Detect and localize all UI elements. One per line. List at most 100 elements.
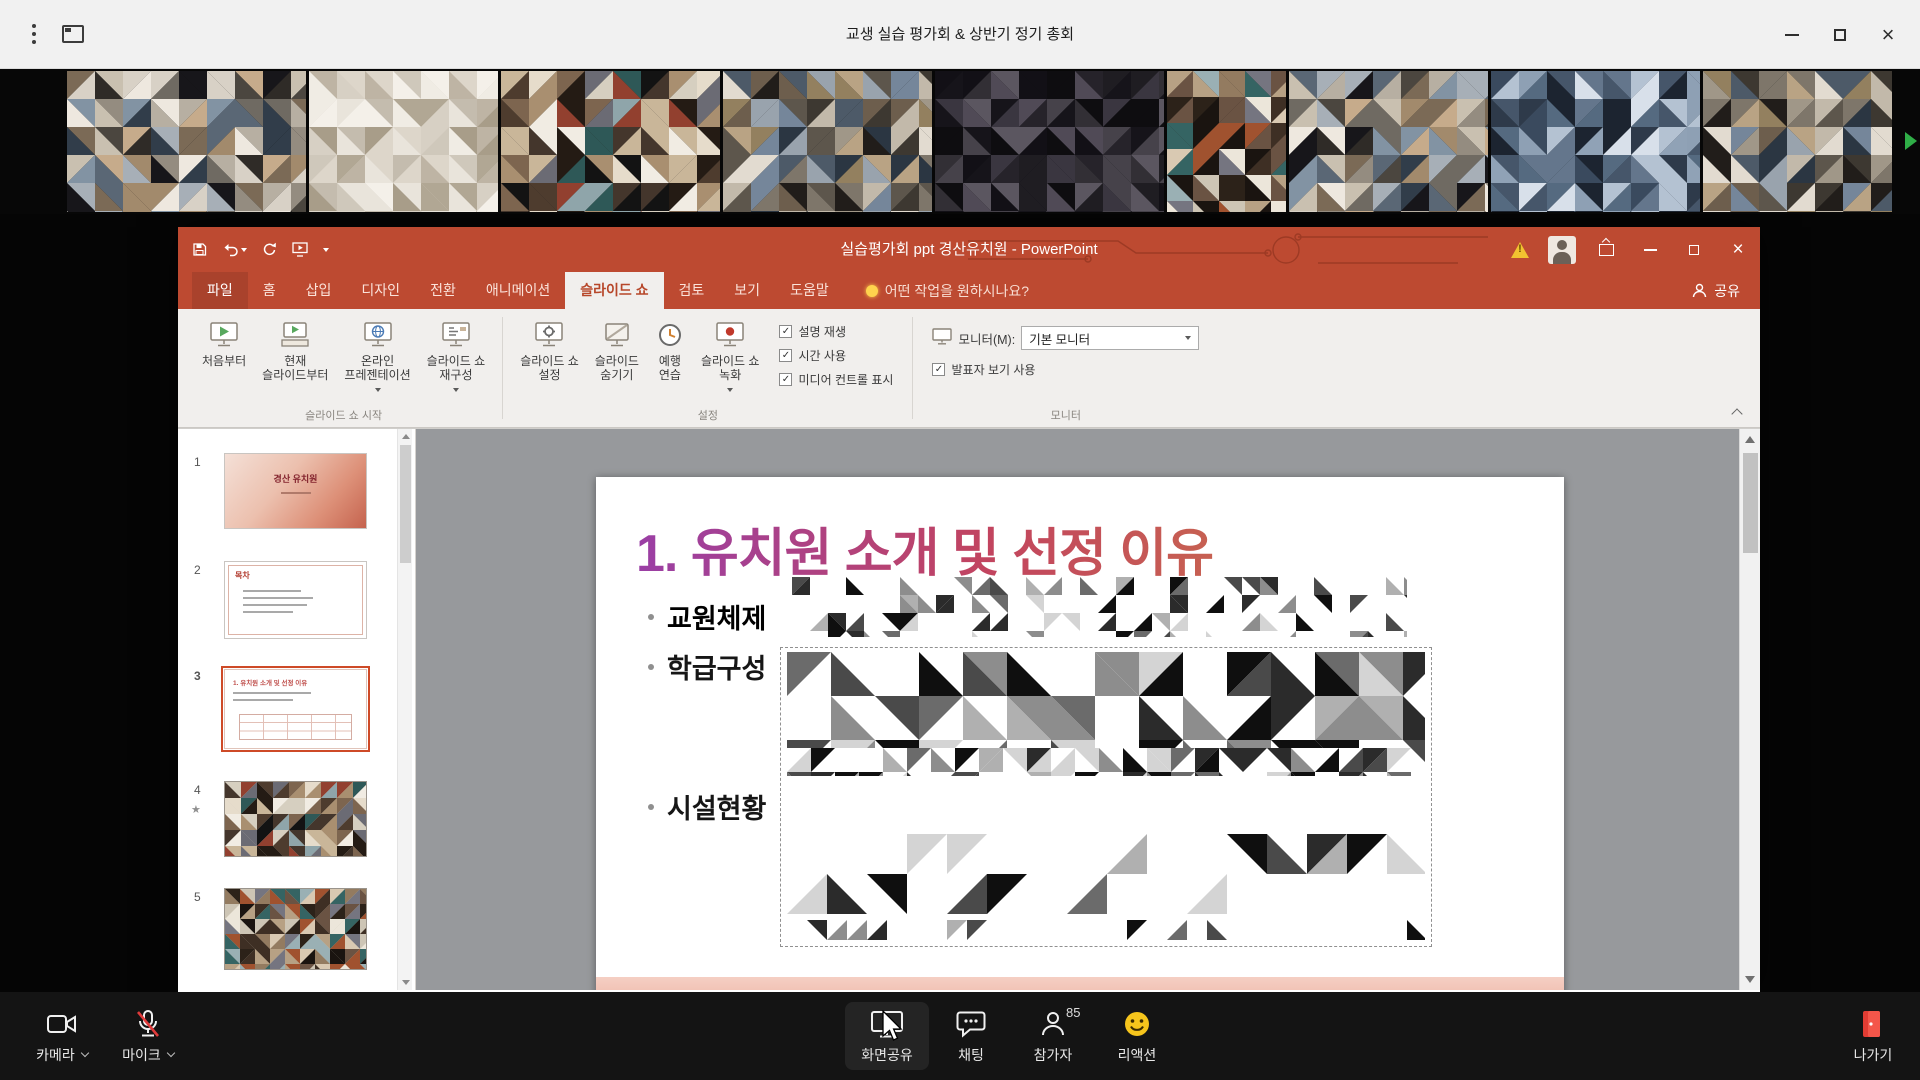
scroll-up-icon[interactable] <box>1745 436 1755 443</box>
scrollbar-thumb[interactable] <box>1743 453 1758 553</box>
leave-button[interactable]: 나가기 <box>1838 1002 1908 1070</box>
slide-canvas[interactable]: 1. 유치원 소개 및 선정 이유 교원체제 학급구성 시설현황 <box>596 477 1564 990</box>
show-media-controls-checkbox[interactable]: ✓ 미디어 컨트롤 표시 <box>779 371 893 388</box>
meeting-title: 교생 실습 평가회 & 상반기 정기 총회 <box>846 0 1074 69</box>
participants-button[interactable]: 85 참가자 <box>1011 1002 1095 1070</box>
editor-scrollbar[interactable] <box>1739 429 1760 990</box>
slide-number: 1 <box>194 455 201 469</box>
leave-door-icon <box>1860 1008 1886 1040</box>
tab-animations[interactable]: 애니메이션 <box>471 272 565 309</box>
setup-slideshow-button[interactable]: 슬라이드 쇼 설정 <box>512 313 587 385</box>
participant-video[interactable] <box>309 71 498 212</box>
scroll-down-icon[interactable] <box>1745 976 1755 983</box>
bullet-item[interactable]: 교원체제 <box>648 597 766 636</box>
participant-video[interactable] <box>1491 71 1700 212</box>
screen-share-button[interactable]: 화면공유 <box>845 1002 929 1070</box>
tab-view[interactable]: 보기 <box>719 272 775 309</box>
slide-number: 4 <box>194 783 201 797</box>
bullet-item[interactable]: 시설현황 <box>648 787 766 826</box>
record-slideshow-button[interactable]: 슬라이드 쇼 녹화 <box>693 313 768 394</box>
from-beginning-button[interactable]: 처음부터 <box>194 313 254 370</box>
tab-design[interactable]: 디자인 <box>346 272 415 309</box>
custom-slideshow-button[interactable]: 슬라이드 쇼 재구성 <box>419 313 494 394</box>
ribbon-display-options-button[interactable] <box>1584 227 1628 272</box>
ppt-restore-button[interactable] <box>1672 227 1716 272</box>
hide-slide-button[interactable]: 슬라이드 숨기기 <box>587 313 647 385</box>
slideshow-options: ✓ 설명 재생 ✓ 시간 사용 ✓ 미디어 컨트롤 표시 <box>767 313 903 388</box>
ribbon-group-monitors: 모니터(M): 기본 모니터 ✓ 발표자 보기 사용 모니터 <box>916 311 1215 427</box>
smiley-icon <box>1123 1008 1151 1040</box>
slide-number: 2 <box>194 563 201 577</box>
chevron-down-icon[interactable] <box>81 1048 89 1056</box>
slide-title[interactable]: 1. 유치원 소개 및 선정 이유 <box>636 511 1416 586</box>
customize-qat-icon[interactable] <box>323 248 329 252</box>
tab-slideshow[interactable]: 슬라이드 쇼 <box>565 272 663 309</box>
use-timings-checkbox[interactable]: ✓ 시간 사용 <box>779 347 893 364</box>
thumbnail-scrollbar[interactable] <box>397 429 412 990</box>
ppt-close-button[interactable]: × <box>1716 227 1760 272</box>
slide-thumbnail-5[interactable] <box>224 888 367 970</box>
layout-icon[interactable] <box>62 25 84 43</box>
chat-button[interactable]: 채팅 <box>929 1002 1013 1070</box>
reactions-button[interactable]: 리액션 <box>1095 1002 1179 1070</box>
slide-thumbnail-1[interactable]: 경산 유치원 <box>224 453 367 529</box>
shared-screen-area: 실습평가회 ppt 경산유치원 - PowerPoint ! × 파일 홈 삽입… <box>0 214 1920 992</box>
start-slideshow-icon[interactable] <box>292 242 308 257</box>
group-label: 슬라이드 쇼 시작 <box>188 407 499 423</box>
collapse-ribbon-button[interactable] <box>1728 405 1746 419</box>
slide-thumbnail-4[interactable] <box>224 781 367 857</box>
window-controls: × <box>1776 19 1904 51</box>
chevron-down-icon[interactable] <box>167 1048 175 1056</box>
ppt-minimize-button[interactable] <box>1628 227 1672 272</box>
present-online-button[interactable]: 온라인 프레젠테이션 <box>336 313 418 394</box>
participant-video[interactable] <box>723 71 932 212</box>
menu-kebab-icon[interactable] <box>32 32 36 36</box>
participant-video[interactable] <box>1167 71 1286 212</box>
group-label: 모니터 <box>916 407 1215 423</box>
share-button[interactable]: 공유 <box>1692 272 1740 309</box>
undo-icon[interactable] <box>222 243 247 257</box>
participant-video[interactable] <box>1289 71 1488 212</box>
scroll-up-icon[interactable] <box>402 434 410 439</box>
slide-thumbnail-2[interactable]: 목차 <box>224 561 367 639</box>
thumb-title: 목차 <box>235 570 250 581</box>
participant-video[interactable] <box>1703 71 1892 212</box>
monitor-value: 기본 모니터 <box>1029 329 1090 348</box>
tab-home[interactable]: 홈 <box>248 272 291 309</box>
tab-help[interactable]: 도움말 <box>775 272 844 309</box>
warning-icon[interactable]: ! <box>1500 227 1540 272</box>
mic-button[interactable]: 마이크 <box>106 1002 190 1070</box>
tell-me-text: 어떤 작업을 원하시나요? <box>885 281 1029 301</box>
close-button[interactable]: × <box>1872 19 1904 51</box>
tab-insert[interactable]: 삽입 <box>291 272 347 309</box>
participant-video[interactable] <box>501 71 720 212</box>
scroll-down-icon[interactable] <box>402 980 410 985</box>
share-label: 공유 <box>1714 281 1740 301</box>
participant-video[interactable] <box>67 71 306 212</box>
user-avatar[interactable] <box>1548 236 1576 264</box>
participant-video[interactable] <box>935 71 1164 212</box>
bullet-item[interactable]: 학급구성 <box>648 647 766 686</box>
minimize-button[interactable] <box>1776 19 1808 51</box>
tab-transitions[interactable]: 전환 <box>415 272 471 309</box>
redo-icon[interactable] <box>262 242 277 257</box>
scrollbar-thumb[interactable] <box>400 445 411 563</box>
tab-review[interactable]: 검토 <box>664 272 720 309</box>
censored-content-selection[interactable] <box>780 647 1432 947</box>
ribbon-separator <box>912 317 913 419</box>
from-current-slide-button[interactable]: 현재 슬라이드부터 <box>254 313 336 385</box>
strip-collapse-arrow-icon[interactable] <box>1905 132 1917 150</box>
tab-file[interactable]: 파일 <box>192 272 248 309</box>
slide-thumbnail-3-selected[interactable]: 1. 유치원 소개 및 선정 이유 <box>224 669 367 749</box>
maximize-button[interactable] <box>1824 19 1856 51</box>
monitor-dropdown[interactable]: 기본 모니터 <box>1021 326 1199 350</box>
rehearse-timings-button[interactable]: 예행 연습 <box>647 313 693 385</box>
dropdown-arrow-icon <box>727 388 733 392</box>
camera-icon <box>46 1008 78 1040</box>
save-icon[interactable] <box>192 242 207 257</box>
camera-button[interactable]: 카메라 <box>20 1002 104 1070</box>
tell-me-box[interactable]: 어떤 작업을 원하시나요? <box>866 272 1029 309</box>
play-narrations-checkbox[interactable]: ✓ 설명 재생 <box>779 323 893 340</box>
use-presenter-view-checkbox[interactable]: ✓ 발표자 보기 사용 <box>932 361 1199 378</box>
ppt-ribbon: 처음부터 현재 슬라이드부터 온라인 프레젠테이션 <box>178 309 1760 428</box>
